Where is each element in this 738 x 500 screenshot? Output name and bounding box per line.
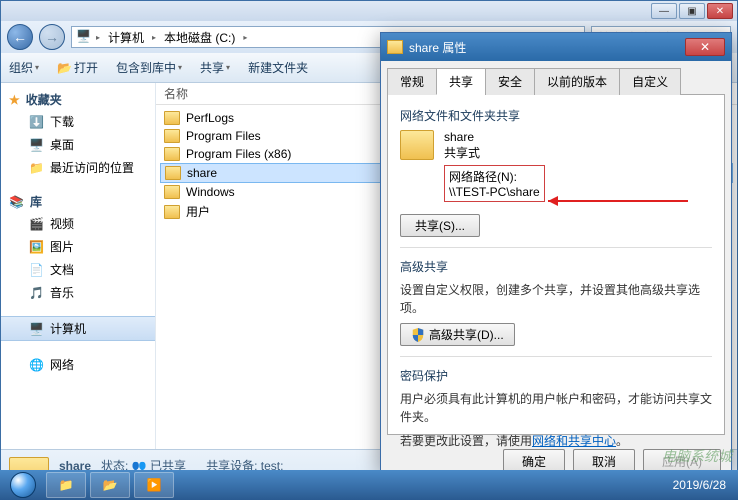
forward-button[interactable]: → — [39, 24, 65, 50]
maximize-button[interactable]: ▣ — [679, 3, 705, 19]
folder-icon — [164, 111, 180, 125]
crumb-computer[interactable]: 计算机 — [104, 29, 148, 46]
system-tray[interactable]: 2019/6/28 — [665, 478, 734, 492]
shield-icon — [411, 328, 425, 342]
dialog-close-button[interactable]: ✕ — [685, 38, 725, 56]
netpath-value: \\TEST-PC\share — [449, 185, 540, 199]
sidebar-downloads[interactable]: ⬇️下载 — [1, 110, 155, 133]
watermark: 电脑系统城 — [662, 446, 732, 466]
chevron-icon: ▸ — [152, 33, 156, 42]
share-name: share — [444, 130, 545, 144]
open-button[interactable]: 📂 打开 — [57, 59, 98, 76]
dialog-titlebar: share 属性 ✕ — [381, 33, 731, 61]
tray-time: 2019/6/28 — [673, 478, 726, 492]
libraries-header[interactable]: 📚库 — [1, 191, 155, 212]
sidebar-recent[interactable]: 📁最近访问的位置 — [1, 156, 155, 179]
video-icon: 🎬 — [29, 217, 44, 231]
share-menu[interactable]: 共享 ▾ — [200, 59, 230, 76]
sidebar-pictures[interactable]: 🖼️图片 — [1, 235, 155, 258]
sidebar: ★收藏夹 ⬇️下载 🖥️桌面 📁最近访问的位置 📚库 🎬视频 🖼️图片 📄文档 … — [1, 83, 156, 449]
folder-icon — [164, 147, 180, 161]
netpath-label: 网络路径(N): — [449, 168, 540, 185]
section3-desc2: 若要更改此设置，请使用 — [400, 434, 532, 448]
share-state: 共享式 — [444, 144, 545, 161]
folder-icon: 📂 — [103, 478, 118, 492]
picture-icon: 🖼️ — [29, 240, 44, 254]
taskbar: 📁 📂 ▶️ 2019/6/28 — [0, 470, 738, 500]
tab-sharing[interactable]: 共享 — [436, 68, 486, 95]
include-menu[interactable]: 包含到库中 ▾ — [116, 59, 182, 76]
back-button[interactable]: ← — [7, 24, 33, 50]
windows-orb-icon — [10, 472, 36, 498]
task-explorer[interactable]: 📁 — [46, 472, 86, 498]
close-button[interactable]: ✕ — [707, 3, 733, 19]
document-icon: 📄 — [29, 263, 44, 277]
sidebar-network[interactable]: 🌐网络 — [1, 353, 155, 376]
titlebar: — ▣ ✕ — [1, 1, 737, 21]
download-icon: ⬇️ — [29, 115, 44, 129]
folder-icon — [387, 40, 403, 54]
desktop-icon: 🖥️ — [29, 138, 44, 152]
dialog-title: share 属性 — [409, 39, 466, 56]
network-path-box: 网络路径(N): \\TEST-PC\share — [444, 165, 545, 202]
section2-desc: 设置自定义权限，创建多个共享，并设置其他高级共享选项。 — [400, 281, 712, 317]
folder-icon — [165, 166, 181, 180]
minimize-button[interactable]: — — [651, 3, 677, 19]
music-icon: 🎵 — [29, 286, 44, 300]
sharing-panel: 网络文件和文件夹共享 share 共享式 网络路径(N): \\TEST-PC\… — [387, 95, 725, 435]
task-media[interactable]: ▶️ — [134, 472, 174, 498]
tabs: 常规 共享 安全 以前的版本 自定义 — [387, 67, 725, 95]
tab-previous[interactable]: 以前的版本 — [534, 68, 620, 95]
open-icon: 📂 — [57, 61, 72, 75]
section3-title: 密码保护 — [400, 367, 712, 384]
advanced-share-button[interactable]: 高级共享(D)... — [400, 323, 515, 346]
sidebar-computer[interactable]: 🖥️计算机 — [1, 316, 155, 341]
tab-security[interactable]: 安全 — [485, 68, 535, 95]
folder-icon — [164, 129, 180, 143]
newfolder-button[interactable]: 新建文件夹 — [248, 59, 308, 76]
folder-icon — [164, 205, 180, 219]
tab-general[interactable]: 常规 — [387, 68, 437, 95]
media-icon: ▶️ — [147, 478, 162, 492]
tab-custom[interactable]: 自定义 — [619, 68, 681, 95]
recent-icon: 📁 — [29, 161, 44, 175]
section3-desc1: 用户必须具有此计算机的用户帐户和密码，才能访问共享文件夹。 — [400, 390, 712, 426]
sidebar-desktop[interactable]: 🖥️桌面 — [1, 133, 155, 156]
explorer-icon: 📁 — [59, 478, 74, 492]
section1-title: 网络文件和文件夹共享 — [400, 107, 712, 124]
folder-icon — [400, 130, 434, 160]
start-button[interactable] — [4, 470, 42, 500]
star-icon: ★ — [9, 93, 20, 107]
computer-icon: 🖥️ — [29, 322, 44, 336]
library-icon: 📚 — [9, 195, 24, 209]
task-folder[interactable]: 📂 — [90, 472, 130, 498]
network-center-link[interactable]: 网络和共享中心 — [532, 434, 616, 448]
computer-icon: 🖥️ — [76, 29, 92, 45]
sidebar-videos[interactable]: 🎬视频 — [1, 212, 155, 235]
favorites-header[interactable]: ★收藏夹 — [1, 89, 155, 110]
sidebar-documents[interactable]: 📄文档 — [1, 258, 155, 281]
crumb-drive[interactable]: 本地磁盘 (C:) — [160, 29, 239, 46]
section2-title: 高级共享 — [400, 258, 712, 275]
organize-menu[interactable]: 组织 ▾ — [9, 59, 39, 76]
properties-dialog: share 属性 ✕ 常规 共享 安全 以前的版本 自定义 网络文件和文件夹共享… — [380, 32, 732, 472]
chevron-icon: ▸ — [96, 33, 100, 42]
network-icon: 🌐 — [29, 358, 44, 372]
sidebar-music[interactable]: 🎵音乐 — [1, 281, 155, 304]
folder-icon — [164, 185, 180, 199]
chevron-icon: ▸ — [243, 33, 247, 42]
share-button[interactable]: 共享(S)... — [400, 214, 480, 237]
